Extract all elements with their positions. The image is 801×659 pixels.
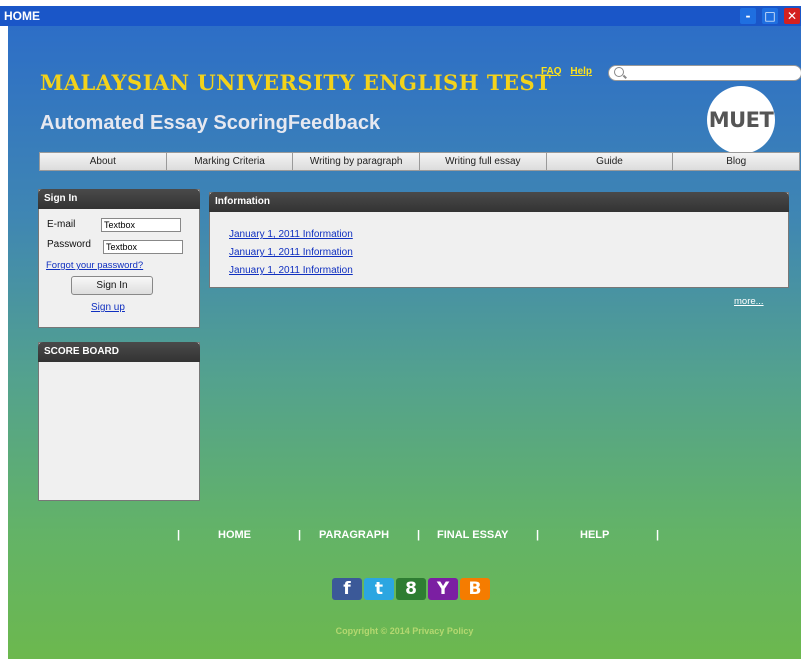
google-plus-icon[interactable]: 8 <box>396 578 426 600</box>
email-row: E-mail <box>47 218 181 232</box>
footer-paragraph-link[interactable]: PARAGRAPH <box>319 529 389 541</box>
signin-title: Sign In <box>38 189 200 209</box>
information-panel: Information January 1, 2011 Information … <box>209 192 789 288</box>
password-field[interactable] <box>103 240 183 254</box>
footer-separator: | <box>417 529 421 541</box>
email-label: E-mail <box>47 219 76 230</box>
faq-link[interactable]: FAQ <box>541 66 562 77</box>
search-icon <box>614 67 624 77</box>
nav-blog[interactable]: Blog <box>673 153 800 170</box>
information-title: Information <box>209 192 789 212</box>
signin-button[interactable]: Sign In <box>71 276 153 295</box>
footer-separator: | <box>536 529 540 541</box>
nav-writing-by-paragraph[interactable]: Writing by paragraph <box>293 153 421 170</box>
nav-marking-criteria[interactable]: Marking Criteria <box>166 153 294 170</box>
info-item[interactable]: January 1, 2011 Information <box>229 247 353 258</box>
search-input[interactable] <box>629 66 795 80</box>
site-subtitle: Automated Essay ScoringFeedback <box>40 112 381 134</box>
footer-help-link[interactable]: HELP <box>580 529 609 541</box>
top-links: FAQ Help <box>541 66 598 77</box>
signin-panel: Sign In E-mail Password Forgot your pass… <box>38 189 200 328</box>
page-content: MALAYSIAN UNIVERSITY ENGLISH TEST Automa… <box>8 26 801 659</box>
footer-final-essay-link[interactable]: FINAL ESSAY <box>437 529 509 541</box>
window-title: HOME <box>4 9 40 23</box>
minimize-button[interactable]: - <box>740 8 756 24</box>
nav-about[interactable]: About <box>40 153 167 170</box>
muet-logo: MUET <box>707 86 775 154</box>
scoreboard-title: SCORE BOARD <box>38 342 200 362</box>
yahoo-icon[interactable]: Y <box>428 578 458 600</box>
search-box[interactable] <box>608 65 801 81</box>
social-links: ft8YB <box>332 578 490 600</box>
forgot-password-link[interactable]: Forgot your password? <box>46 260 143 271</box>
app-window: HOME - □ ✕ MALAYSIAN UNIVERSITY ENGLISH … <box>0 0 801 659</box>
info-item[interactable]: January 1, 2011 Information <box>229 229 353 240</box>
footer-separator: | <box>298 529 302 541</box>
signup-link[interactable]: Sign up <box>91 302 125 313</box>
password-label: Password <box>47 239 91 250</box>
maximize-button[interactable]: □ <box>762 8 778 24</box>
footer-home-link[interactable]: HOME <box>218 529 251 541</box>
info-item[interactable]: January 1, 2011 Information <box>229 265 353 276</box>
close-button[interactable]: ✕ <box>784 8 800 24</box>
password-row: Password <box>47 239 183 254</box>
nav-guide[interactable]: Guide <box>546 153 674 170</box>
help-link[interactable]: Help <box>570 66 592 77</box>
footer-separator: | <box>656 529 660 541</box>
nav-writing-full-essay[interactable]: Writing full essay <box>420 153 547 170</box>
footer-separator: | <box>177 529 181 541</box>
site-title: MALAYSIAN UNIVERSITY ENGLISH TEST <box>40 70 552 95</box>
main-nav: About Marking Criteria Writing by paragr… <box>39 152 800 171</box>
title-bar: HOME - □ ✕ <box>0 6 801 26</box>
footer-nav: | HOME | PARAGRAPH | FINAL ESSAY | HELP … <box>8 529 801 545</box>
email-field[interactable] <box>101 218 181 232</box>
scoreboard-panel: SCORE BOARD <box>38 342 200 501</box>
blogger-icon[interactable]: B <box>460 578 490 600</box>
facebook-icon[interactable]: f <box>332 578 362 600</box>
more-link[interactable]: more... <box>734 296 764 307</box>
twitter-icon[interactable]: t <box>364 578 394 600</box>
copyright: Copyright © 2014 Privacy Policy <box>335 626 474 636</box>
